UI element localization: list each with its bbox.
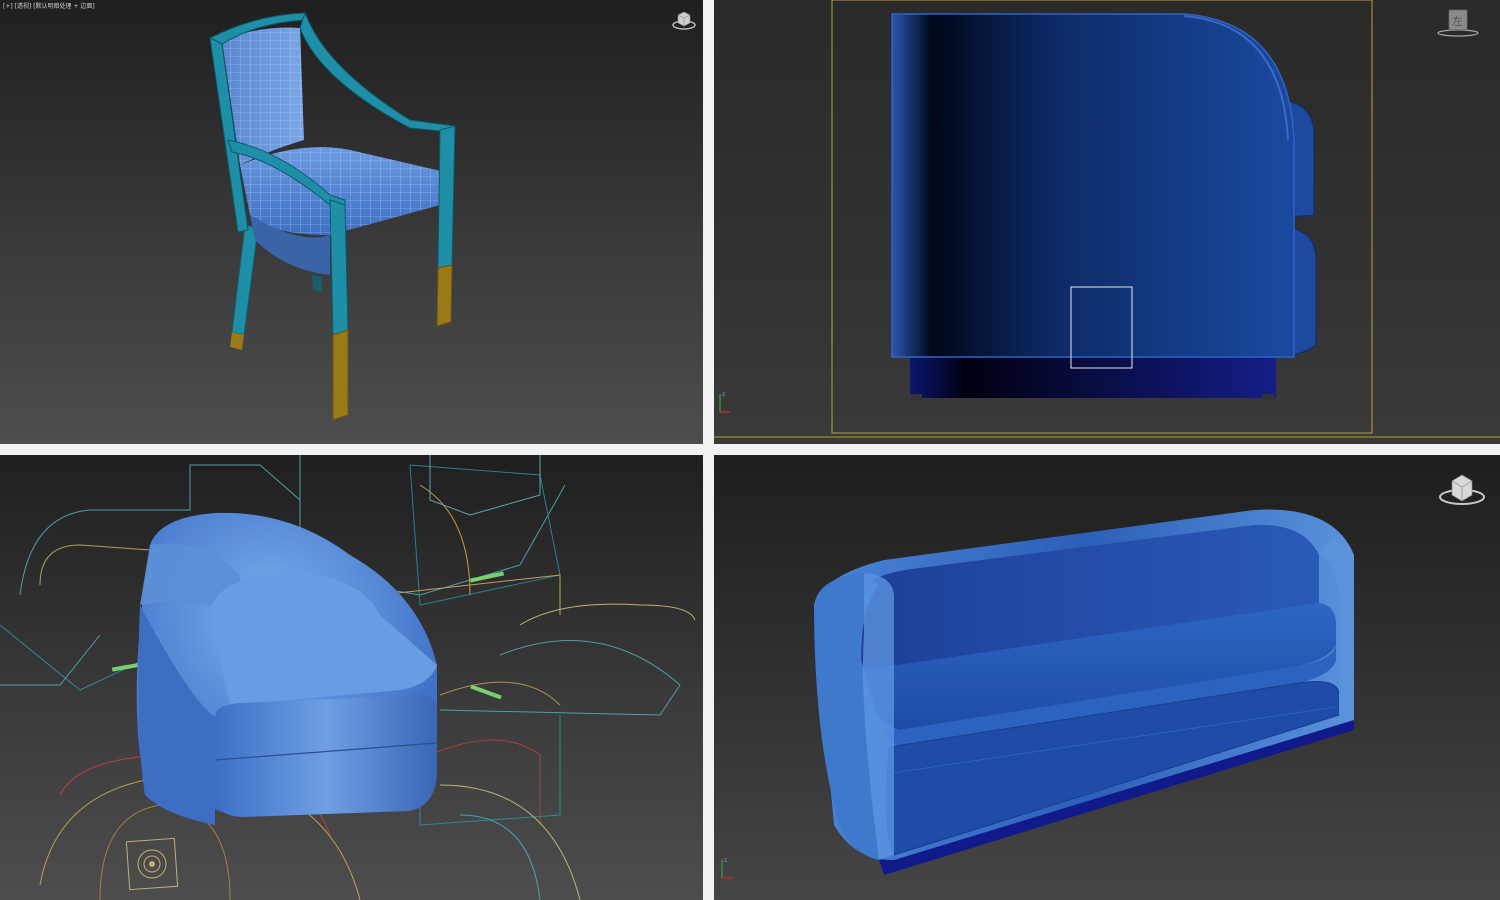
sofa-model[interactable]	[714, 455, 1500, 900]
viewport-bottom-right[interactable]: z	[714, 455, 1500, 900]
chair-model[interactable]	[0, 0, 703, 444]
axis-gizmo-icon: z	[721, 857, 734, 879]
armchair-side-model[interactable]	[714, 0, 1500, 444]
svg-text:z: z	[722, 391, 725, 398]
viewport-bottom-left[interactable]	[0, 455, 703, 900]
tub-chair-model[interactable]	[0, 455, 703, 900]
viewport-top-right[interactable]: 左 z	[714, 0, 1500, 444]
axis-gizmo-icon: z	[719, 391, 730, 413]
viewport-top-left[interactable]: [+] [透视] [默认明暗处理 + 边面]	[0, 0, 703, 444]
base-plate-icon	[125, 837, 179, 891]
svg-text:z: z	[724, 857, 727, 864]
